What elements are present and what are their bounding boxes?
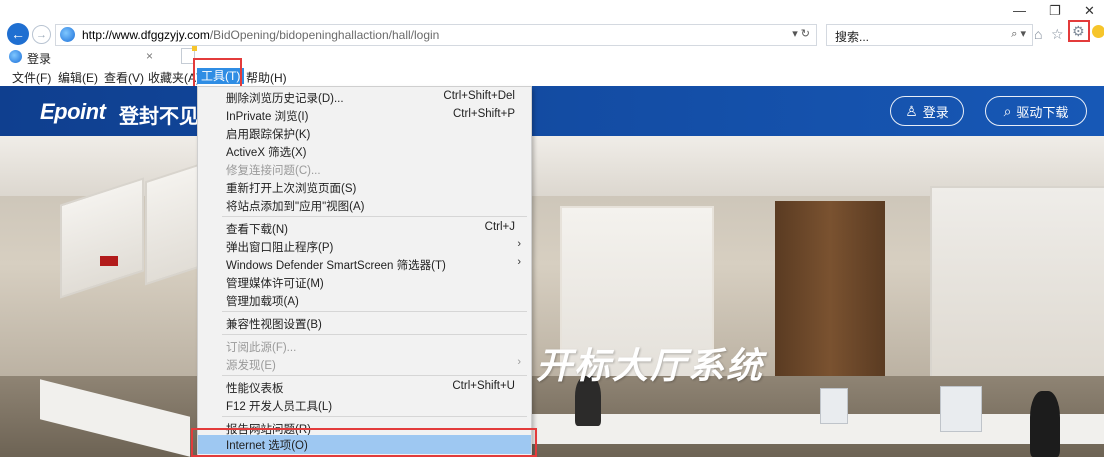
home-icon[interactable]: ⌂ — [1034, 26, 1042, 42]
star-icon[interactable]: ☆ — [1051, 26, 1064, 43]
arrow-left-icon: ← — [11, 26, 25, 42]
monitor — [820, 388, 848, 424]
monitor — [940, 386, 982, 432]
menu-item-label: F12 开发人员工具(L) — [226, 401, 333, 413]
page-hero: Epoint 登封不见 ♙ 登录 ⌕ 驱动下载 开标大厅系统 — [0, 86, 1104, 457]
service-desk — [520, 414, 1104, 444]
site-header: Epoint 登封不见 ♙ 登录 ⌕ 驱动下载 — [0, 86, 1104, 136]
menu-item-label: 源发现(E) — [226, 360, 276, 372]
ie-tab-icon — [9, 50, 22, 63]
ie-page-icon — [60, 27, 75, 42]
gear-icon[interactable]: ⚙ — [1072, 23, 1085, 40]
menu-item-delete-history[interactable]: 删除浏览历史记录(D)... Ctrl+Shift+Del — [198, 88, 531, 106]
highlight-box-tools-menu — [193, 58, 242, 88]
menu-item-label: 兼容性视图设置(B) — [226, 319, 322, 331]
menu-item-shortcut: Ctrl+Shift+U — [452, 380, 515, 392]
person-figure — [1030, 391, 1060, 457]
led-sign — [100, 256, 118, 266]
menu-item-label: InPrivate 浏览(I) — [226, 111, 309, 123]
menu-item-label: 查看下载(N) — [226, 224, 288, 236]
menu-separator — [222, 311, 527, 312]
menu-item-popup-blocker[interactable]: 弹出窗口阻止程序(P) › — [198, 237, 531, 255]
menu-item-shortcut: Ctrl+Shift+Del — [443, 90, 515, 102]
search-dropdown-icon: ▾ — [1020, 28, 1026, 40]
menu-item-label: 启用跟踪保护(K) — [226, 129, 311, 141]
search-icon: ⌕ — [1003, 102, 1012, 119]
menu-item-compat-view[interactable]: 兼容性视图设置(B) — [198, 314, 531, 332]
close-tab-icon[interactable]: × — [146, 49, 153, 63]
refresh-icon[interactable]: ▾ ↻ — [792, 27, 810, 40]
browser-tab[interactable]: 登录 × — [6, 49, 176, 66]
driver-download-button[interactable]: ⌕ 驱动下载 — [985, 96, 1087, 126]
menu-item-shortcut: Ctrl+Shift+P — [453, 108, 515, 120]
address-bar[interactable]: http://www.dfggzyjy.com/BidOpening/bidop… — [55, 24, 817, 46]
site-logo: Epoint — [40, 99, 106, 124]
menu-item-label: 删除浏览历史记录(D)... — [226, 93, 344, 105]
menu-item-label: 重新打开上次浏览页面(S) — [226, 183, 357, 195]
site-title: 登封不见 — [119, 106, 199, 128]
search-placeholder: 搜索... — [835, 30, 870, 44]
menu-item-label: 管理媒体许可证(M) — [226, 278, 324, 290]
menu-item-dev-tools[interactable]: F12 开发人员工具(L) — [198, 396, 531, 414]
highlight-box-internet-options — [191, 428, 537, 457]
menu-item-activex-filter[interactable]: ActiveX 筛选(X) — [198, 142, 531, 160]
chevron-right-icon: › — [517, 256, 521, 268]
menu-item-subscribe-feed: 订阅此源(F)... — [198, 337, 531, 355]
menu-item-smartscreen[interactable]: Windows Defender SmartScreen 筛选器(T) › — [198, 255, 531, 273]
menu-item-label: 订阅此源(F)... — [226, 342, 297, 354]
menu-item-label: Windows Defender SmartScreen 筛选器(T) — [226, 260, 446, 272]
chevron-right-icon: › — [517, 356, 521, 368]
search-box[interactable]: 搜索... ⌕ ▾ — [826, 24, 1033, 46]
close-window-button[interactable]: ✕ — [1084, 3, 1095, 19]
driver-download-label: 驱动下载 — [1016, 104, 1069, 120]
back-button[interactable]: ← — [7, 23, 29, 45]
menu-view[interactable]: 查看(V) — [104, 69, 144, 86]
menu-edit[interactable]: 编辑(E) — [58, 69, 98, 86]
arrow-right-icon: → — [36, 28, 47, 41]
menu-item-label: 管理加载项(A) — [226, 296, 299, 308]
menu-item-feed-discovery: 源发现(E) › — [198, 355, 531, 373]
restore-button[interactable]: ❐ — [1049, 3, 1061, 19]
menu-item-add-to-apps[interactable]: 将站点添加到"应用"视图(A) — [198, 196, 531, 214]
hero-slogan: 开标大厅系统 — [536, 345, 765, 387]
menu-item-manage-addons[interactable]: 管理加载项(A) — [198, 291, 531, 309]
menu-item-view-downloads[interactable]: 查看下载(N) Ctrl+J — [198, 219, 531, 237]
user-icon: ♙ — [905, 102, 918, 119]
menu-item-inprivate[interactable]: InPrivate 浏览(I) Ctrl+Shift+P — [198, 106, 531, 124]
menu-help[interactable]: 帮助(H) — [246, 69, 287, 86]
url-path: /BidOpening/bidopeninghallaction/hall/lo… — [209, 28, 440, 42]
menu-file[interactable]: 文件(F) — [12, 69, 51, 86]
menu-item-tracking-protection[interactable]: 启用跟踪保护(K) — [198, 124, 531, 142]
menu-item-label: 弹出窗口阻止程序(P) — [226, 242, 334, 254]
url-text[interactable]: http://www.dfggzyjy.com/BidOpening/bidop… — [82, 28, 439, 42]
highlight-box-gear: ⚙ — [1068, 20, 1090, 42]
search-icon[interactable]: ⌕ ▾ — [1011, 27, 1026, 41]
url-host: http://www.dfggzyjy.com — [82, 28, 210, 42]
chevron-right-icon: › — [517, 238, 521, 250]
menu-item-performance-dashboard[interactable]: 性能仪表板 Ctrl+Shift+U — [198, 378, 531, 396]
browser-chrome: — ❐ ✕ ← → http://www.dfggzyjy.com/BidOpe… — [0, 0, 1104, 86]
menu-item-media-licenses[interactable]: 管理媒体许可证(M) — [198, 273, 531, 291]
menu-item-reopen-session[interactable]: 重新打开上次浏览页面(S) — [198, 178, 531, 196]
menu-item-label: 将站点添加到"应用"视图(A) — [226, 201, 365, 213]
menu-item-label: 修复连接问题(C)... — [226, 165, 321, 177]
forward-button[interactable]: → — [32, 25, 51, 44]
menu-item-shortcut: Ctrl+J — [484, 221, 515, 233]
tools-dropdown-menu: 删除浏览历史记录(D)... Ctrl+Shift+Del InPrivate … — [197, 86, 532, 456]
login-label: 登录 — [922, 104, 949, 120]
menu-separator — [222, 216, 527, 217]
menu-item-label: 性能仪表板 — [226, 383, 284, 395]
menu-separator — [222, 375, 527, 376]
menu-item-label: ActiveX 筛选(X) — [226, 147, 307, 159]
menu-separator — [222, 334, 527, 335]
minimize-button[interactable]: — — [1013, 3, 1026, 18]
menu-separator — [222, 416, 527, 417]
login-button[interactable]: ♙ 登录 — [890, 96, 964, 126]
smiley-icon[interactable] — [1092, 25, 1104, 38]
menu-bar: 文件(F) 编辑(E) 查看(V) 收藏夹(A) 工具(T) 帮助(H) — [0, 66, 1104, 86]
tab-title: 登录 — [27, 52, 52, 66]
menu-item-fix-connection: 修复连接问题(C)... — [198, 160, 531, 178]
